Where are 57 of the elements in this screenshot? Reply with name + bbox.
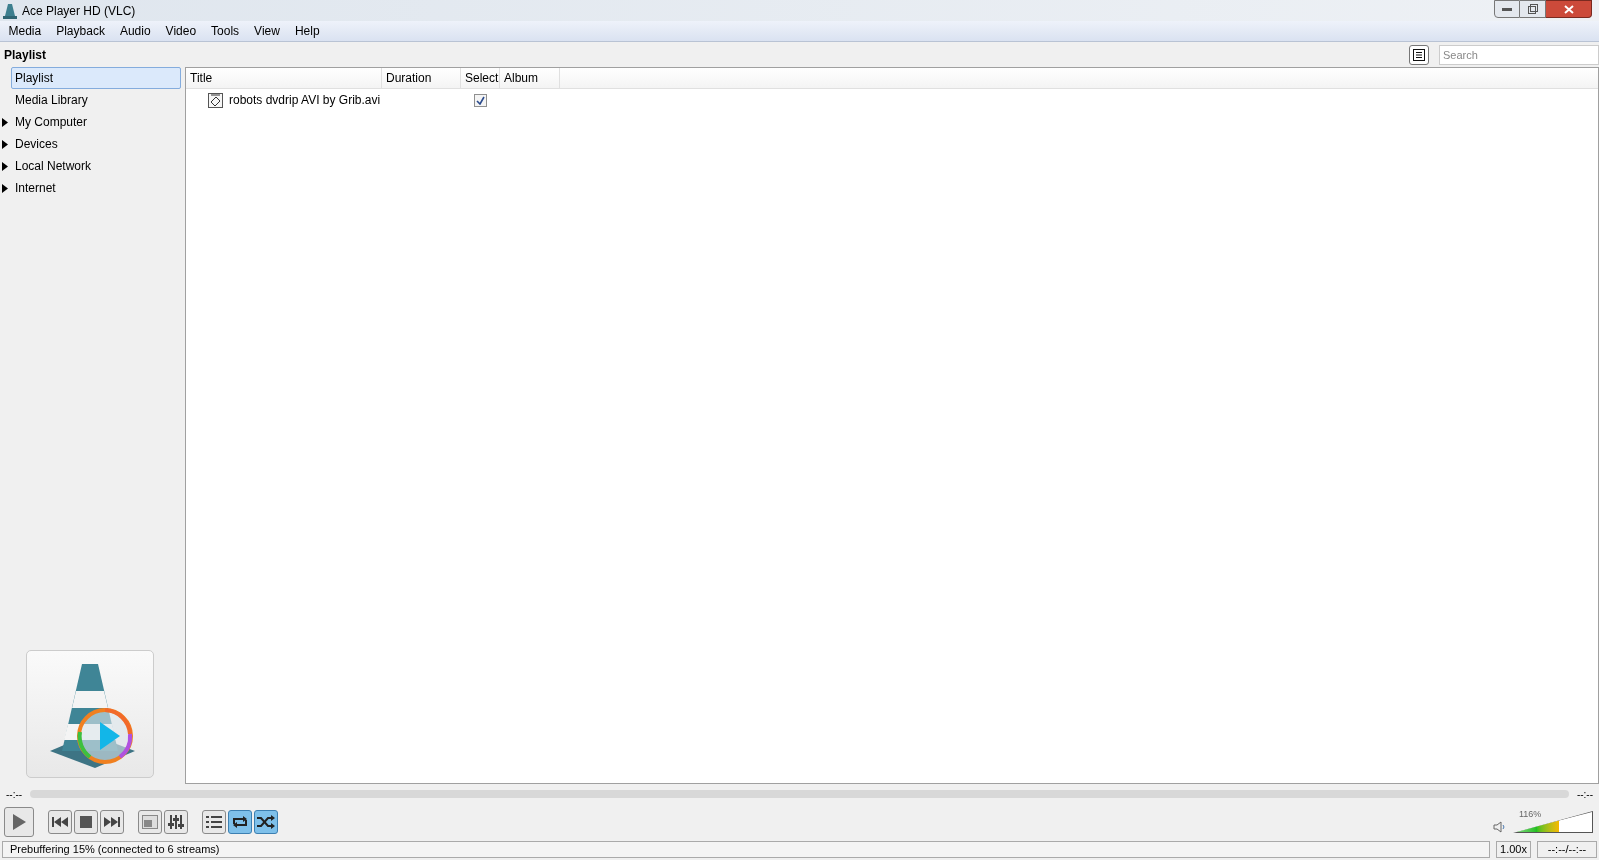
menu-item[interactable]: Video — [158, 22, 204, 40]
menu-item[interactable]: Help — [287, 22, 328, 40]
list-view-icon — [1413, 48, 1425, 61]
total-time: --:-- — [1576, 787, 1593, 802]
select-checkbox[interactable] — [474, 93, 487, 107]
panel-title: Playlist — [4, 46, 47, 64]
restore-icon — [1527, 4, 1538, 14]
fullscreen-icon — [142, 815, 158, 829]
search-field[interactable]: Search — [1439, 44, 1599, 65]
prev-button[interactable] — [48, 810, 72, 834]
column-header[interactable]: Title — [186, 68, 382, 88]
table-cell-text: robots dvdrip AVI by Grib.avi — [229, 92, 381, 109]
check-icon — [476, 95, 485, 105]
menu-item[interactable]: Audio — [112, 22, 159, 40]
loop-icon — [231, 815, 249, 829]
playback-speed[interactable]: 1.00x — [1496, 840, 1531, 858]
play-icon — [11, 813, 27, 831]
previous-icon — [52, 817, 68, 827]
sidebar-item[interactable]: Media Library — [11, 89, 181, 111]
close-icon — [1563, 4, 1574, 14]
speaker-icon — [1493, 821, 1507, 833]
sidebar-item[interactable]: Playlist — [11, 67, 181, 89]
sidebar-item[interactable]: Local Network — [11, 155, 181, 177]
extended-button[interactable] — [164, 810, 188, 834]
sidebar-item[interactable]: Devices — [11, 133, 181, 155]
window-title: Ace Player HD (VLC) — [22, 2, 136, 20]
menu-item[interactable]: Playback — [48, 22, 113, 40]
view-mode-button[interactable] — [1409, 44, 1429, 65]
next-icon — [104, 817, 120, 827]
elapsed-time: --:-- — [6, 787, 23, 802]
stop-icon — [80, 816, 92, 828]
play-button[interactable] — [4, 807, 34, 837]
file-icon — [208, 92, 223, 108]
menu-item[interactable]: Media — [1, 22, 49, 40]
list-icon — [206, 815, 222, 829]
status-message: Prebuffering 15% (connected to 6 streams) — [2, 840, 1491, 858]
menu-item[interactable]: Tools — [203, 22, 247, 40]
cone-icon — [3, 2, 17, 19]
sidebar-item[interactable]: Internet — [11, 177, 181, 199]
stop-button[interactable] — [74, 810, 98, 834]
time-display[interactable]: --:--/--:-- — [1537, 840, 1597, 858]
minimize-button[interactable] — [1494, 0, 1520, 18]
minimize-icon — [1502, 7, 1512, 11]
random-button[interactable] — [254, 810, 278, 834]
next-button[interactable] — [100, 810, 124, 834]
playlist-button[interactable] — [202, 810, 226, 834]
close-button[interactable] — [1546, 0, 1592, 18]
column-header[interactable]: Select — [461, 68, 500, 88]
column-header[interactable]: Duration — [382, 68, 461, 88]
shuffle-icon — [257, 815, 275, 829]
menu-item[interactable]: View — [246, 22, 288, 40]
equalizer-icon — [168, 814, 184, 830]
loop-button[interactable] — [228, 810, 252, 834]
column-header[interactable]: Album — [500, 68, 560, 88]
sidebar-item[interactable]: My Computer — [11, 111, 181, 133]
restore-button[interactable] — [1520, 0, 1546, 18]
volume-reading: 116% — [1519, 808, 1542, 821]
